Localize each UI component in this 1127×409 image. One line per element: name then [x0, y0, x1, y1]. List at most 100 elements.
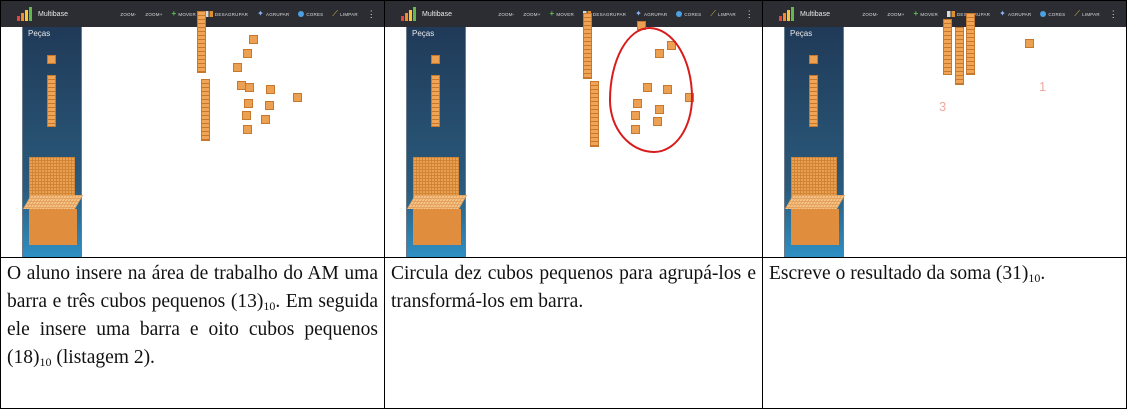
workspace-unit-cube[interactable]: [233, 63, 242, 72]
toolbar-button[interactable]: ⟋ LIMPAR: [332, 10, 357, 18]
selection-circle: [609, 27, 693, 153]
broom-icon: ⟋: [332, 9, 339, 18]
toolbar-button-label: CORES: [1048, 11, 1066, 17]
logo-bars-icon: [779, 7, 794, 21]
workspace-rod[interactable]: [590, 81, 599, 147]
kebab-icon[interactable]: ⋮: [745, 10, 754, 19]
palette-unit-cube[interactable]: [47, 55, 56, 64]
toolbar-button[interactable]: ZOOM+: [523, 12, 540, 17]
toolbar-tools: ZOOM-ZOOM++MOVERDESAGRUPAR✦AGRUPARCORES⟋…: [862, 1, 1118, 27]
caption-3-subscript: 10: [1028, 271, 1041, 285]
sidebar-title: Peças: [790, 29, 813, 38]
workspace-unit-cube[interactable]: [249, 35, 258, 44]
workspace-unit-cube[interactable]: [242, 111, 251, 120]
toolbar-button[interactable]: ZOOM-: [862, 12, 878, 17]
workspace-rod[interactable]: [955, 27, 964, 85]
caption-cell-1: O aluno insere na área de trabalho do AM…: [0, 257, 385, 409]
toolbar-button-label: ZOOM-: [120, 11, 137, 17]
toolbar-button[interactable]: CORES: [298, 11, 323, 17]
workspace-unit-cube[interactable]: [293, 93, 302, 102]
toolbar-button[interactable]: + MOVER: [914, 10, 938, 18]
toolbar-button-label: AGRUPAR: [266, 11, 290, 17]
kebab-icon[interactable]: ⋮: [367, 10, 376, 19]
toolbar-button[interactable]: ⟋ LIMPAR: [710, 10, 735, 18]
caption-2-text: Circula dez cubos pequenos para agrupá-l…: [391, 263, 756, 312]
caption-cell-3: Escreve o resultado da soma (31)10.: [762, 257, 1127, 409]
handwritten-digit: 3: [939, 99, 947, 114]
workspace-rod[interactable]: [583, 13, 592, 79]
toolbar-button[interactable]: ✦ AGRUPAR: [999, 10, 1031, 18]
toolbar-button[interactable]: ✦ AGRUPAR: [635, 10, 667, 18]
workspace-unit-cube[interactable]: [265, 101, 274, 110]
caption-3-text-a: Escreve o resultado da soma (31): [769, 263, 1029, 284]
toolbar-button-label: DESAGRUPAR: [592, 11, 627, 17]
logo-bars-icon: [17, 7, 32, 21]
palette-big-cube-front[interactable]: [29, 209, 77, 245]
toolbar-tools: ZOOM- ZOOM+ +MOVER DESAGRUPAR ✦AGRUPAR CORES ⟋…: [498, 1, 754, 27]
toolbar-button[interactable]: ⟋ LIMPAR: [1074, 10, 1099, 18]
palette-rod[interactable]: [431, 75, 440, 127]
toolbar-button[interactable]: + MOVER: [172, 10, 196, 18]
workspace-unit-cube[interactable]: [243, 125, 252, 134]
toolbar-button-label: MOVER: [920, 11, 938, 17]
workspace-unit-cube[interactable]: [244, 99, 253, 108]
palette-big-cube-top[interactable]: [784, 195, 846, 209]
palette-rod[interactable]: [809, 75, 818, 127]
toolbar-button-label: LIMPAR: [1082, 11, 1100, 17]
broom-icon: ⟋: [710, 9, 717, 18]
caption-1: O aluno insere na área de trabalho do AM…: [1, 258, 384, 372]
toolbar-button-label: ZOOM+: [523, 11, 541, 17]
pieces-sidebar: Peças: [22, 27, 84, 257]
toolbar-button[interactable]: + MOVER: [550, 10, 574, 18]
sidebar-title: Peças: [412, 29, 435, 38]
split-icon: [204, 11, 213, 17]
handwritten-digit: 1: [1039, 79, 1047, 94]
layout-table: Multibase ZOOM- ZOOM+ + MOVER DESAGRUPAR ✦ AGRU…: [0, 0, 1127, 409]
palette-unit-cube[interactable]: [431, 55, 440, 64]
toolbar-button[interactable]: CORES: [1040, 11, 1065, 17]
screenshot-cell-2: Multibase ZOOM- ZOOM+ + MOVER DESAGRUPAR ✦ AGRU…: [384, 0, 763, 258]
palette-big-cube-front[interactable]: [413, 209, 461, 245]
toolbar-button[interactable]: ZOOM+: [145, 12, 162, 17]
toolbar-button-label: ZOOM+: [145, 11, 163, 17]
palette-big-cube-top[interactable]: [406, 195, 468, 209]
kebab-icon[interactable]: ⋮: [1109, 10, 1118, 19]
pieces-sidebar: Peças: [784, 27, 846, 257]
palette-big-cube-top[interactable]: [22, 195, 84, 209]
toolbar-button-label: MOVER: [556, 11, 574, 17]
workspace-rod[interactable]: [201, 79, 210, 141]
palette-big-cube-front[interactable]: [791, 209, 839, 245]
toolbar-button[interactable]: ZOOM-: [498, 12, 514, 17]
toolbar-button[interactable]: CORES: [676, 11, 701, 17]
multibase-app-1: Multibase ZOOM- ZOOM+ + MOVER DESAGRUPAR ✦ AGRU…: [1, 1, 384, 257]
globe-icon: [1040, 11, 1047, 17]
palette-rod[interactable]: [47, 75, 56, 127]
caption-cell-2: Circula dez cubos pequenos para agrupá-l…: [384, 257, 763, 409]
workspace-unit-cube[interactable]: [243, 49, 252, 58]
caption-2: Circula dez cubos pequenos para agrupá-l…: [385, 258, 762, 316]
multibase-app-3: MultibaseZOOM-ZOOM++MOVERDESAGRUPAR✦AGRU…: [763, 1, 1126, 257]
workspace-unit-cube[interactable]: [1025, 39, 1034, 48]
workspace-rod[interactable]: [943, 19, 952, 75]
workspace-rod[interactable]: [966, 13, 975, 75]
workspace-unit-cube[interactable]: [266, 85, 275, 94]
toolbar-button[interactable]: ✦ AGRUPAR: [257, 10, 289, 18]
workspace-unit-cube[interactable]: [245, 83, 254, 92]
workspace-rod[interactable]: [197, 11, 206, 73]
multibase-app-2: Multibase ZOOM- ZOOM+ + MOVER DESAGRUPAR ✦ AGRU…: [385, 1, 762, 257]
toolbar-button[interactable]: ZOOM+: [887, 12, 904, 17]
toolbar-button-label: MOVER: [178, 11, 196, 17]
app-toolbar: Multibase ZOOM- ZOOM+ +MOVER DESAGRUPAR ✦AGRU…: [1, 1, 384, 27]
caption-1-subscript-b: 10: [39, 355, 52, 369]
app-brand: Multibase: [422, 10, 452, 18]
palette-unit-cube[interactable]: [809, 55, 818, 64]
workspace-unit-cube[interactable]: [261, 115, 270, 124]
toolbar-button[interactable]: DESAGRUPAR: [204, 11, 248, 17]
toolbar-button-label: CORES: [306, 11, 324, 17]
toolbar-button-label: ZOOM+: [887, 11, 905, 17]
toolbar-button-label: LIMPAR: [340, 11, 358, 17]
split-icon: [946, 11, 955, 17]
caption-3-text-b: .: [1040, 263, 1046, 284]
app-brand: Multibase: [800, 10, 830, 18]
toolbar-button[interactable]: ZOOM-: [120, 12, 136, 17]
